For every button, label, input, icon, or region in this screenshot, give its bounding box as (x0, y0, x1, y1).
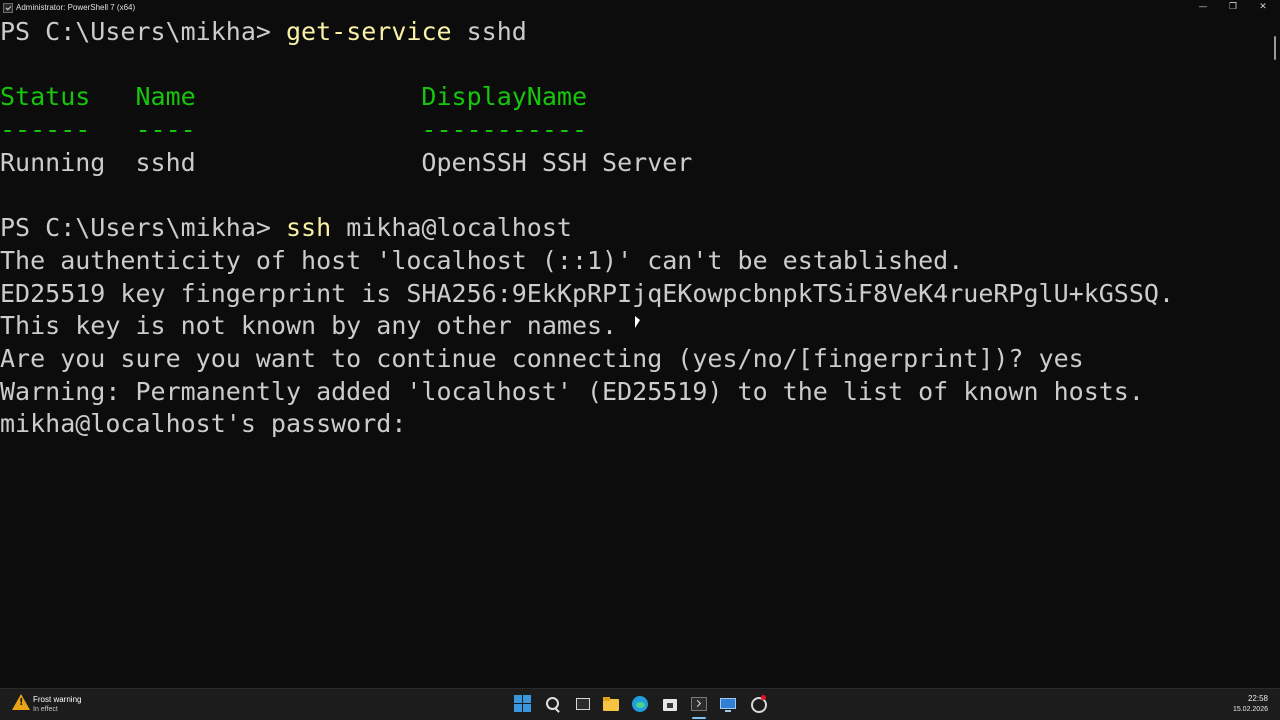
weather-subtitle: In effect (33, 706, 58, 713)
minimize-button[interactable]: — (1188, 0, 1218, 16)
terminal-line: PS C:\Users\mikha> ssh mikha@localhost (0, 212, 1266, 245)
terminal-text: PS C:\Users\mikha> (0, 17, 286, 46)
search-icon[interactable] (544, 695, 562, 713)
remote-desktop-icon[interactable] (719, 695, 737, 713)
terminal-line: This key is not known by any other names… (0, 310, 1266, 343)
terminal-line: PS C:\Users\mikha> get-service sshd (0, 16, 1266, 49)
taskbar: Frost warning In effect 22:58 15.02.2026 (0, 688, 1280, 720)
terminal-line: Status Name DisplayName (0, 81, 1266, 114)
terminal-line: Running sshd OpenSSH SSH Server (0, 147, 1266, 180)
terminal-text: ED25519 key fingerprint is SHA256:9EkKpR… (0, 278, 1174, 308)
terminal-line: The authenticity of host 'localhost (::1… (0, 245, 1266, 278)
terminal-output[interactable]: PS C:\Users\mikha> get-service sshd Statu… (0, 16, 1266, 688)
clock-time: 22:58 (1247, 694, 1268, 703)
terminal-line: ------ ---- ----------- (0, 114, 1266, 147)
terminal-text: PS C:\Users\mikha> (0, 213, 286, 243)
scrollbar-thumb[interactable] (1274, 36, 1276, 60)
window-title: Administrator: PowerShell 7 (x64) (16, 3, 136, 12)
terminal-text: get-service (285, 17, 452, 46)
clock-date: 15.02.2026 (1232, 706, 1268, 713)
terminal-icon[interactable] (690, 695, 708, 713)
terminal-text: ------ ---- ----------- (0, 115, 587, 145)
terminal-text: This key is not known by any other names… (0, 311, 618, 341)
file-explorer-icon[interactable] (602, 695, 620, 713)
terminal-text: Warning: Permanently added 'localhost' (… (0, 376, 1144, 406)
terminal-text: Running sshd OpenSSH SSH Server (0, 147, 693, 177)
active-app-indicator (692, 717, 706, 719)
terminal-text: Status Name DisplayName (0, 82, 587, 112)
terminal-line: Are you sure you want to continue connec… (0, 343, 1266, 376)
mouse-cursor-icon (635, 316, 640, 328)
powershell-icon (3, 3, 13, 13)
title-bar[interactable]: Administrator: PowerShell 7 (x64) — ❐ ✕ (0, 0, 1280, 16)
terminal-text: Are you sure you want to continue connec… (0, 343, 1084, 373)
terminal-text: sshd (451, 17, 527, 46)
scrollbar[interactable] (1270, 16, 1280, 688)
terminal-line: Warning: Permanently added 'localhost' (… (0, 376, 1266, 409)
system-clock[interactable]: 22:58 15.02.2026 (1200, 693, 1268, 715)
restore-button[interactable]: ❐ (1218, 0, 1248, 16)
terminal-line: mikha@localhost's password: (0, 408, 1266, 441)
edge-icon[interactable] (631, 695, 649, 713)
terminal-text: mikha@localhost's password: (0, 409, 407, 439)
terminal-text: mikha@localhost (331, 213, 572, 243)
task-view-icon[interactable] (574, 695, 592, 713)
weather-title: Frost warning (33, 695, 82, 704)
close-button[interactable]: ✕ (1248, 0, 1278, 16)
terminal-text: The authenticity of host 'localhost (::1… (0, 245, 964, 275)
terminal-line: ED25519 key fingerprint is SHA256:9EkKpR… (0, 278, 1266, 311)
terminal-text: ssh (285, 213, 332, 243)
app-icon[interactable] (749, 695, 767, 713)
start-icon[interactable] (514, 695, 532, 713)
warning-icon (12, 694, 30, 710)
store-icon[interactable] (661, 695, 679, 713)
